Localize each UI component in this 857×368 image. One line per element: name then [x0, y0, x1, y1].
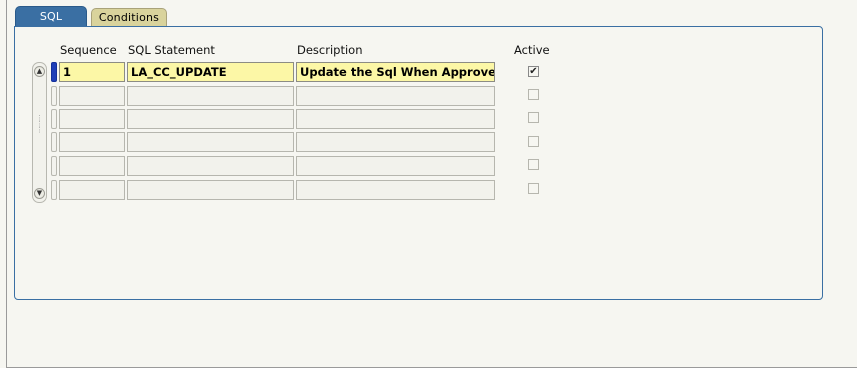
- active-checkbox[interactable]: [528, 159, 539, 170]
- sql-statement-field[interactable]: [127, 86, 294, 106]
- record-indicator[interactable]: [51, 180, 57, 200]
- record-indicator[interactable]: [51, 109, 57, 129]
- sql-statement-field[interactable]: [127, 180, 294, 200]
- column-header-sql-statement: SQL Statement: [128, 43, 215, 57]
- active-checkbox[interactable]: [528, 136, 539, 147]
- sequence-field[interactable]: [59, 180, 125, 200]
- scroll-up-arrow-icon[interactable]: ▲: [34, 66, 45, 77]
- description-field[interactable]: [296, 132, 495, 152]
- active-checkbox[interactable]: ✔: [528, 66, 539, 77]
- sequence-field[interactable]: [59, 86, 125, 106]
- description-field[interactable]: [296, 109, 495, 129]
- active-checkbox[interactable]: [528, 89, 539, 100]
- sql-statement-field[interactable]: LA_CC_UPDATE: [127, 62, 294, 82]
- sql-statement-field[interactable]: [127, 156, 294, 176]
- record-scrollbar[interactable]: ▲ ⋮ ⋮ ⋮ ▼: [32, 62, 47, 203]
- sequence-field[interactable]: [59, 132, 125, 152]
- sql-statement-field[interactable]: [127, 109, 294, 129]
- sql-statement-field[interactable]: [127, 132, 294, 152]
- active-checkbox[interactable]: [528, 112, 539, 123]
- sequence-field[interactable]: [59, 156, 125, 176]
- scroll-down-arrow-icon[interactable]: ▼: [34, 188, 45, 199]
- current-record-indicator[interactable]: [51, 62, 57, 82]
- column-header-sequence: Sequence: [60, 43, 117, 57]
- column-header-active: Active: [514, 43, 550, 57]
- record-indicator[interactable]: [51, 156, 57, 176]
- description-field[interactable]: [296, 180, 495, 200]
- column-header-description: Description: [297, 43, 363, 57]
- record-indicator[interactable]: [51, 86, 57, 106]
- sequence-field[interactable]: [59, 109, 125, 129]
- description-field[interactable]: Update the Sql When Approvec: [296, 62, 495, 82]
- description-field[interactable]: [296, 86, 495, 106]
- sequence-field[interactable]: 1: [59, 62, 125, 82]
- record-indicator[interactable]: [51, 132, 57, 152]
- description-field[interactable]: [296, 156, 495, 176]
- checkmark-icon: ✔: [529, 66, 538, 77]
- tab-conditions[interactable]: Conditions: [91, 8, 167, 26]
- active-checkbox[interactable]: [528, 183, 539, 194]
- tab-sql[interactable]: SQL: [15, 6, 87, 26]
- scroll-thumb-grip[interactable]: ⋮ ⋮ ⋮: [36, 115, 43, 141]
